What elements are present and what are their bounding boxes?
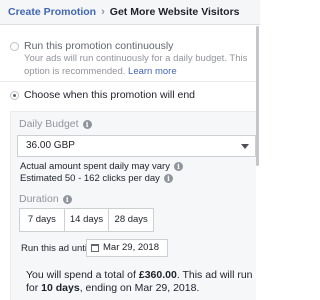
info-icon[interactable]: i: [62, 195, 72, 204]
breadcrumb: Create Promotion › Get More Website Visi…: [0, 0, 260, 25]
duration-option-7-days[interactable]: 7 days: [20, 209, 65, 231]
budget-note-actual-text: Actual amount spent daily may vary: [20, 161, 170, 172]
breadcrumb-create-promotion-link[interactable]: Create Promotion: [8, 6, 96, 18]
scrollbar[interactable]: [256, 26, 259, 166]
daily-budget-label: Daily Budget i: [19, 118, 92, 130]
info-icon[interactable]: i: [163, 174, 173, 183]
end-date-value: Mar 29, 2018: [103, 242, 159, 253]
duration-option-14-days[interactable]: 14 days: [65, 209, 110, 231]
duration-label-text: Duration: [19, 193, 59, 205]
learn-more-link[interactable]: Learn more: [128, 66, 177, 77]
chevron-down-icon: [241, 144, 249, 149]
calendar-icon: [91, 244, 99, 252]
option-run-continuously-label: Run this promotion continuously: [24, 40, 174, 52]
divider: [0, 81, 256, 82]
option-choose-end-date-label: Choose when this promotion will end: [24, 89, 196, 101]
radio-run-continuously[interactable]: [10, 42, 19, 51]
summary-text-post: , ending on Mar 29, 2018.: [79, 282, 200, 294]
end-date-field[interactable]: Mar 29, 2018: [86, 239, 168, 257]
breadcrumb-separator: ›: [101, 6, 105, 18]
spend-summary: You will spend a total of £360.00. This …: [26, 269, 254, 295]
page-title: Get More Website Visitors: [109, 6, 240, 18]
summary-total-amount: £360.00: [138, 269, 177, 281]
budget-note-estimate-text: Estimated 50 - 162 clicks per day: [20, 173, 160, 184]
duration-label: Duration i: [19, 193, 72, 205]
radio-choose-end-date[interactable]: [10, 91, 19, 100]
budget-note-actual: Actual amount spent daily may vary i: [20, 161, 183, 172]
summary-text-pre: You will spend a total of: [26, 269, 139, 281]
duration-selector: 7 days 14 days 28 days: [19, 208, 154, 232]
budget-note-estimate: Estimated 50 - 162 clicks per day i: [20, 173, 173, 184]
daily-budget-label-text: Daily Budget: [19, 118, 79, 130]
option-run-continuously-description: Your ads will run continuously for a dai…: [24, 53, 250, 78]
run-until-label: Run this ad until: [21, 243, 90, 254]
info-icon[interactable]: i: [173, 162, 183, 171]
info-icon[interactable]: i: [82, 120, 92, 129]
daily-budget-select[interactable]: 36.00 GBP: [17, 135, 256, 157]
duration-option-28-days[interactable]: 28 days: [109, 209, 153, 231]
daily-budget-value: 36.00 GBP: [26, 140, 75, 151]
summary-duration-days: 10 days: [41, 282, 80, 294]
